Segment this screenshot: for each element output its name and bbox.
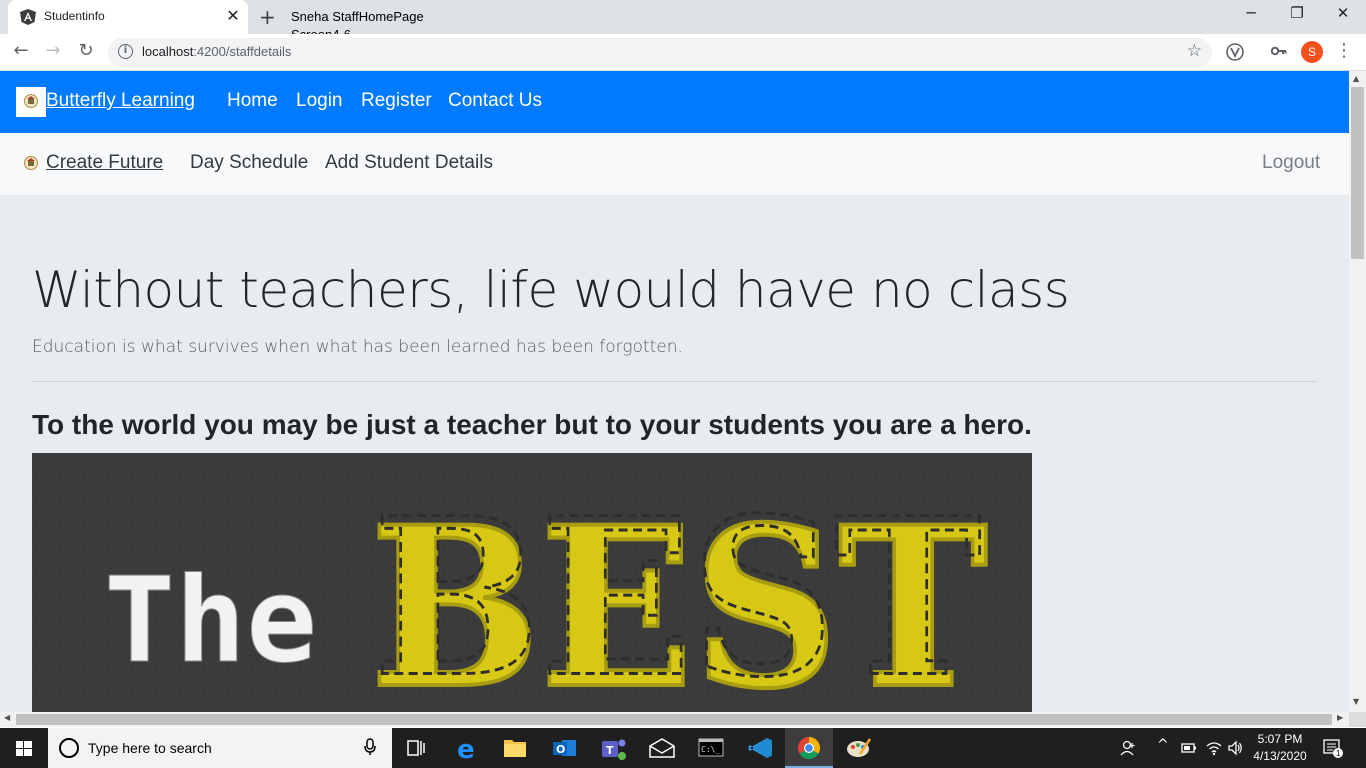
brand-create-future[interactable]: Create Future bbox=[46, 152, 163, 174]
nav-add-student-details[interactable]: Add Student Details bbox=[325, 152, 493, 174]
tray-overflow-chevron-icon[interactable]: ^ bbox=[1157, 737, 1169, 753]
mail-icon bbox=[649, 738, 675, 758]
divider bbox=[32, 381, 1317, 382]
key-icon[interactable] bbox=[1271, 45, 1287, 57]
window-close-button[interactable]: ✕ bbox=[1320, 4, 1366, 22]
page-viewport: Butterfly Learning Home Login Register C… bbox=[0, 71, 1349, 712]
vivaldi-extension-icon[interactable] bbox=[1226, 43, 1244, 61]
taskbar-mail[interactable] bbox=[638, 728, 686, 768]
the-best-banner-image: The BEST BEST bbox=[32, 453, 1032, 712]
banner-the-text: The bbox=[104, 551, 317, 689]
lead-text: Education is what survives when what has… bbox=[32, 337, 683, 357]
start-button[interactable] bbox=[0, 728, 48, 768]
new-tab-button[interactable]: + bbox=[259, 5, 276, 29]
bookmark-star-icon[interactable]: ☆ bbox=[1187, 41, 1202, 61]
nav-register[interactable]: Register bbox=[361, 90, 432, 112]
microphone-icon[interactable] bbox=[364, 738, 376, 756]
jumbotron: Without teachers, life would have no cla… bbox=[0, 195, 1349, 712]
taskbar-vscode[interactable] bbox=[736, 728, 784, 768]
school-logo-icon bbox=[24, 94, 38, 108]
notification-count: 1 bbox=[1336, 749, 1341, 758]
browser-tab-strip: Studentinfo ✕ + Sneha StaffHomePage Scre… bbox=[0, 0, 1366, 42]
taskbar-search-box[interactable]: Type here to search bbox=[48, 728, 392, 768]
forward-button[interactable]: → bbox=[41, 40, 65, 61]
address-bar[interactable]: i localhost:4200/staffdetails ☆ bbox=[108, 38, 1212, 67]
nav-contact-us[interactable]: Contact Us bbox=[448, 90, 542, 112]
svg-text:O: O bbox=[556, 743, 565, 756]
angular-icon bbox=[20, 9, 36, 25]
task-view-button[interactable] bbox=[392, 728, 440, 768]
hero-subheading: To the world you may be just a teacher b… bbox=[32, 409, 1032, 440]
tab-close-icon[interactable]: ✕ bbox=[224, 6, 242, 25]
taskbar-teams[interactable]: T bbox=[589, 728, 637, 768]
site-info-icon[interactable]: i bbox=[118, 44, 133, 59]
folder-icon bbox=[504, 740, 526, 757]
tab-title: Studentinfo bbox=[44, 9, 105, 23]
taskbar-chrome[interactable] bbox=[785, 728, 833, 768]
scroll-left-arrow-icon[interactable]: ◀ bbox=[4, 713, 10, 722]
browser-tab-studentinfo[interactable]: Studentinfo ✕ bbox=[8, 0, 248, 34]
browser-toolbar: ← → ↻ i localhost:4200/staffdetails ☆ ⋮ bbox=[0, 34, 1366, 71]
horizontal-scroll-thumb[interactable] bbox=[16, 714, 1332, 725]
clock-date: 4/13/2020 bbox=[1253, 749, 1307, 763]
school-logo-icon bbox=[24, 156, 38, 170]
brand-logo[interactable] bbox=[16, 87, 46, 117]
url-text[interactable]: localhost:4200/staffdetails bbox=[142, 44, 291, 59]
banner-best-stitching: BEST bbox=[373, 472, 982, 712]
chrome-menu-icon[interactable]: ⋮ bbox=[1332, 40, 1356, 61]
taskbar-paint[interactable] bbox=[834, 728, 882, 768]
svg-text:C:\_: C:\_ bbox=[701, 745, 720, 754]
url-path: :4200/staffdetails bbox=[193, 44, 292, 59]
edge-icon: e bbox=[457, 735, 475, 765]
logout-link[interactable]: Logout bbox=[1262, 152, 1320, 174]
restore-button[interactable]: ❐ bbox=[1274, 4, 1320, 22]
wifi-icon[interactable] bbox=[1206, 740, 1222, 756]
taskbar-clock[interactable]: 5:07 PM 4/13/2020 bbox=[1240, 731, 1320, 765]
primary-navbar: Butterfly Learning Home Login Register C… bbox=[0, 71, 1349, 133]
reload-button[interactable]: ↻ bbox=[74, 40, 98, 61]
search-placeholder: Type here to search bbox=[88, 740, 212, 756]
svg-text:e: e bbox=[457, 735, 475, 765]
taskbar-file-explorer[interactable] bbox=[491, 728, 539, 768]
taskbar-outlook[interactable]: O bbox=[540, 728, 588, 768]
svg-text:T: T bbox=[606, 744, 614, 757]
nav-day-schedule[interactable]: Day Schedule bbox=[190, 152, 308, 174]
paint-icon bbox=[847, 738, 872, 757]
taskbar-edge[interactable]: e bbox=[443, 728, 491, 768]
task-view-icon bbox=[407, 740, 425, 756]
terminal-icon: C:\_ bbox=[698, 738, 724, 757]
vertical-scroll-thumb[interactable] bbox=[1351, 87, 1364, 259]
minimize-button[interactable]: ─ bbox=[1228, 4, 1274, 22]
scrollbar-corner bbox=[1349, 712, 1366, 727]
horizontal-scrollbar[interactable]: ◀ ▶ bbox=[0, 712, 1349, 727]
vertical-scrollbar[interactable]: ▲ ▼ bbox=[1349, 71, 1366, 712]
scroll-up-arrow-icon[interactable]: ▲ bbox=[1353, 74, 1359, 83]
battery-icon[interactable] bbox=[1181, 742, 1197, 754]
brand-butterfly-learning[interactable]: Butterfly Learning bbox=[46, 90, 195, 112]
profile-avatar[interactable]: S bbox=[1301, 41, 1323, 63]
windows-logo-icon bbox=[16, 741, 32, 756]
windows-taskbar: Type here to search e O T C:\_ ^ 5:07 PM… bbox=[0, 728, 1366, 768]
brand-logo-secondary[interactable] bbox=[16, 149, 46, 179]
url-host: localhost bbox=[142, 44, 194, 59]
teams-icon: T bbox=[602, 739, 626, 760]
nav-home[interactable]: Home bbox=[227, 90, 278, 112]
chrome-icon bbox=[798, 737, 820, 759]
outlook-icon: O bbox=[553, 740, 576, 756]
taskbar-terminal[interactable]: C:\_ bbox=[687, 728, 735, 768]
scroll-right-arrow-icon[interactable]: ▶ bbox=[1337, 713, 1343, 722]
back-button[interactable]: ← bbox=[9, 40, 33, 61]
nav-login[interactable]: Login bbox=[296, 90, 343, 112]
page-heading: Without teachers, life would have no cla… bbox=[32, 261, 1070, 319]
action-center-icon[interactable]: 1 bbox=[1322, 737, 1344, 759]
scroll-down-arrow-icon[interactable]: ▼ bbox=[1353, 697, 1359, 706]
cortana-icon bbox=[59, 738, 79, 758]
secondary-navbar: Create Future Day Schedule Add Student D… bbox=[0, 133, 1349, 195]
people-icon[interactable] bbox=[1120, 739, 1138, 757]
tooltip-title: Sneha StaffHomePage bbox=[291, 9, 424, 24]
clock-time: 5:07 PM bbox=[1257, 732, 1303, 746]
vscode-icon bbox=[748, 738, 772, 758]
